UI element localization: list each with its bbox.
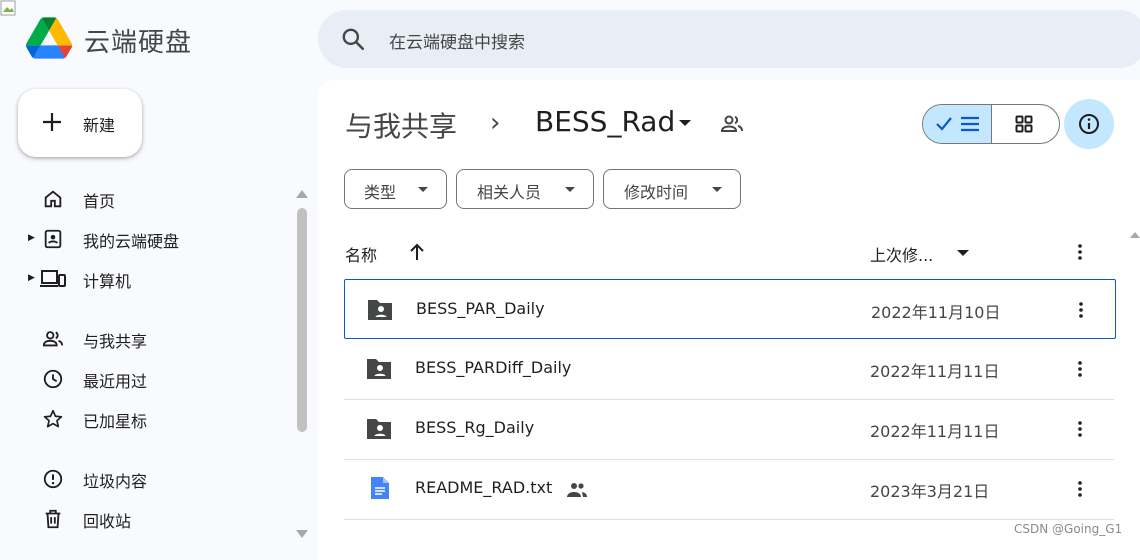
grid-view-button[interactable]	[992, 105, 1059, 143]
app-title[interactable]: 云端硬盘	[84, 22, 192, 59]
shared-folder-icon	[367, 419, 391, 439]
star-icon	[43, 409, 63, 428]
sidebar-item-label: 最近用过	[83, 372, 148, 391]
info-icon	[1079, 114, 1099, 134]
filter-label: 相关人员	[477, 183, 542, 202]
spam-icon	[43, 469, 63, 489]
grid-icon	[1015, 115, 1033, 133]
file-modified: 2023年3月21日	[870, 482, 990, 501]
breadcrumb-parent[interactable]: 与我共享	[345, 105, 457, 145]
more-vert-icon[interactable]	[1070, 357, 1090, 381]
file-name: BESS_PARDiff_Daily	[415, 358, 572, 377]
sidebar-item-label: 回收站	[83, 512, 132, 531]
breadcrumb-separator: ›	[490, 108, 501, 138]
search-input[interactable]: 在云端硬盘中搜索	[389, 28, 525, 53]
more-vert-icon[interactable]	[1070, 477, 1090, 501]
expand-arrow-icon[interactable]: ▶	[28, 233, 35, 243]
file-name: README_RAD.txt	[415, 478, 553, 497]
sidebar-item-label: 计算机	[83, 272, 132, 291]
plus-icon	[43, 113, 61, 131]
shared-people-icon	[567, 483, 587, 497]
broken-image-icon	[0, 0, 16, 16]
list-view-button[interactable]	[923, 105, 992, 143]
sidebar-item-recent[interactable]: 最近用过	[0, 358, 296, 398]
file-modified: 2022年11月11日	[870, 422, 1000, 441]
sidebar-item-label: 已加星标	[83, 412, 148, 431]
sidebar-item-label: 与我共享	[83, 332, 148, 351]
scrollbar-up-arrow[interactable]	[1130, 232, 1140, 238]
sidebar-item-starred[interactable]: 已加星标	[0, 398, 296, 438]
list-checked-icon	[936, 116, 979, 132]
sidebar-item-label: 我的云端硬盘	[83, 232, 180, 251]
column-header-modified[interactable]: 上次修...	[870, 242, 933, 266]
search-icon[interactable]	[340, 26, 366, 52]
table-row[interactable]: BESS_Rg_Daily 2022年11月11日	[344, 399, 1114, 460]
scrollbar-up-arrow[interactable]	[296, 190, 308, 198]
filter-modified-chip[interactable]: 修改时间	[603, 169, 741, 209]
arrow-up-icon[interactable]	[408, 242, 426, 262]
sidebar-item-label: 垃圾内容	[83, 472, 148, 491]
filter-label: 修改时间	[624, 183, 689, 202]
filter-people-chip[interactable]: 相关人员	[456, 169, 594, 209]
column-header-name[interactable]: 名称	[345, 242, 377, 266]
drive-logo-icon[interactable]	[26, 16, 72, 60]
file-name: BESS_PAR_Daily	[416, 299, 545, 318]
expand-arrow-icon[interactable]: ▶	[28, 273, 35, 283]
sidebar-item-spam[interactable]: 垃圾内容	[0, 458, 296, 498]
chevron-down-icon	[565, 187, 575, 192]
chevron-down-icon	[418, 187, 428, 192]
shared-with-me-icon	[42, 331, 64, 347]
sidebar-item-label: 首页	[83, 192, 116, 211]
details-button[interactable]	[1064, 99, 1114, 149]
computers-icon	[40, 270, 66, 287]
file-modified: 2022年11月10日	[871, 303, 1001, 322]
file-modified: 2022年11月11日	[870, 362, 1000, 381]
filter-label: 类型	[364, 183, 397, 202]
chevron-down-icon[interactable]	[957, 250, 969, 256]
more-vert-icon[interactable]	[1070, 417, 1090, 441]
shared-folder-icon	[367, 359, 391, 379]
home-icon	[44, 190, 62, 208]
sidebar-scrollbar-thumb[interactable]	[297, 208, 307, 432]
chevron-down-icon	[712, 187, 722, 192]
shared-folder-icon	[368, 300, 392, 320]
sidebar-item-shared-with-me[interactable]: 与我共享	[0, 318, 296, 358]
sidebar-item-my-drive[interactable]: ▶ 我的云端硬盘	[0, 218, 296, 258]
people-icon[interactable]	[720, 113, 744, 135]
sidebar-item-home[interactable]: 首页	[0, 178, 296, 218]
watermark: CSDN @Going_G1	[1014, 522, 1123, 536]
new-button-label: 新建	[83, 116, 116, 135]
view-toggle	[922, 104, 1060, 144]
table-row[interactable]: BESS_PAR_Daily 2022年11月10日	[344, 279, 1116, 339]
clock-icon	[43, 369, 63, 389]
google-doc-icon	[371, 477, 389, 499]
breadcrumb-current[interactable]: BESS_Rad	[535, 105, 675, 138]
table-row[interactable]: BESS_PARDiff_Daily 2022年11月11日	[344, 339, 1114, 400]
new-button[interactable]	[18, 89, 142, 157]
my-drive-icon	[44, 229, 62, 249]
more-vert-icon[interactable]	[1071, 298, 1091, 322]
filter-type-chip[interactable]: 类型	[344, 169, 447, 209]
table-row[interactable]: README_RAD.txt 2023年3月21日	[344, 459, 1114, 520]
sidebar-item-trash[interactable]: 回收站	[0, 498, 296, 538]
file-name: BESS_Rg_Daily	[415, 418, 535, 437]
chevron-down-icon[interactable]	[679, 120, 691, 126]
more-vert-icon[interactable]	[1070, 242, 1090, 262]
sidebar-item-computers[interactable]: ▶ 计算机	[0, 258, 296, 298]
scrollbar-down-arrow[interactable]	[296, 530, 308, 538]
trash-icon	[45, 509, 61, 529]
